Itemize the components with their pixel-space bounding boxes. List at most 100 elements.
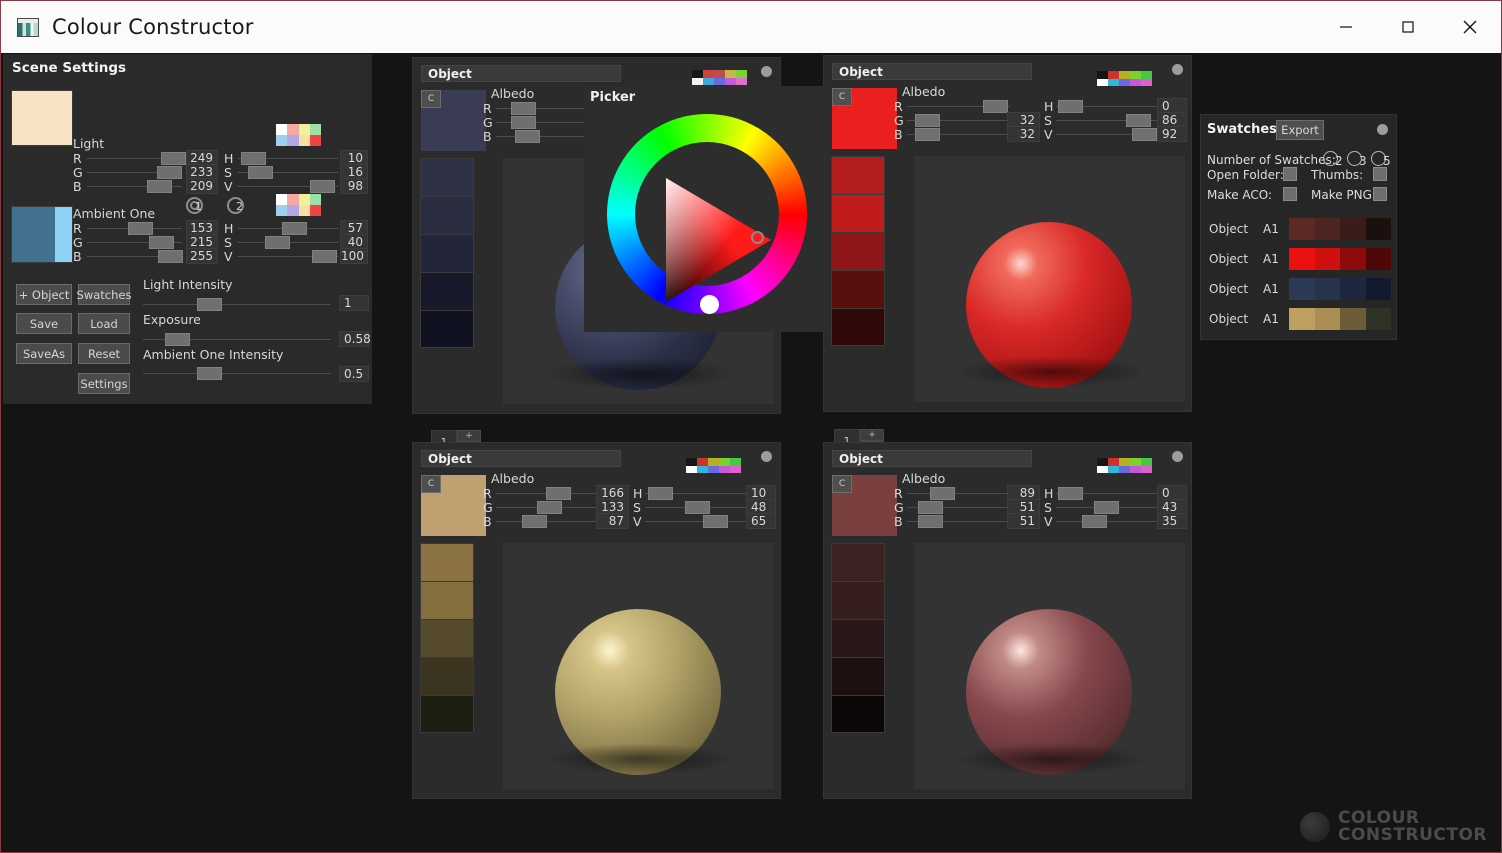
- object-2-b-slider[interactable]: [907, 127, 1010, 141]
- object-2-b-label: B: [894, 127, 903, 142]
- object-2-b-value[interactable]: 32: [1007, 126, 1040, 142]
- close-icon[interactable]: [1439, 1, 1501, 53]
- object-2-s-slider[interactable]: [1056, 113, 1166, 127]
- object-2-swatch-column[interactable]: [831, 156, 885, 346]
- settings-button[interactable]: Settings: [78, 373, 130, 394]
- swatches-button[interactable]: Swatches: [77, 284, 131, 305]
- swatch-row-4-colours[interactable]: [1289, 308, 1391, 330]
- object-panel-2: Object C Albedo R 234 G B 32 32 H 0 S: [823, 55, 1192, 453]
- saveas-button[interactable]: SaveAs: [16, 343, 72, 364]
- object-2-v-slider[interactable]: [1056, 127, 1166, 141]
- object-4-g-slider[interactable]: [907, 500, 1010, 514]
- object-2-palette-grid[interactable]: [1097, 71, 1152, 86]
- object-4-c-button[interactable]: C: [832, 475, 852, 493]
- ambient-b-value[interactable]: 255: [186, 248, 218, 264]
- swatch-row-3-colours[interactable]: [1289, 278, 1391, 300]
- make-aco-checkbox[interactable]: [1283, 187, 1297, 201]
- object-4-swatch-column[interactable]: [831, 543, 885, 733]
- light-b-slider[interactable]: [87, 179, 182, 193]
- object-3-viewport[interactable]: [503, 543, 774, 789]
- ambient-v-value[interactable]: 100: [340, 248, 368, 264]
- exposure-value[interactable]: 0.58: [339, 331, 371, 347]
- object-4-s-slider[interactable]: [1056, 500, 1166, 514]
- ambient-b-slider[interactable]: [87, 249, 183, 263]
- save-button[interactable]: Save: [16, 313, 72, 334]
- object-4-menu-dot[interactable]: [1172, 451, 1183, 462]
- object-3-swatch-column[interactable]: [420, 543, 474, 733]
- light-b-value[interactable]: 209: [186, 178, 218, 194]
- minimize-icon[interactable]: [1315, 1, 1377, 53]
- light-r-slider[interactable]: [87, 151, 186, 165]
- hue-cursor[interactable]: [700, 295, 719, 314]
- ambient-s-slider[interactable]: [238, 235, 338, 249]
- make-png-checkbox[interactable]: [1373, 187, 1387, 201]
- thumbs-checkbox[interactable]: [1373, 167, 1387, 181]
- swatch-row-2-colours[interactable]: [1289, 248, 1391, 270]
- ambient-intensity-slider[interactable]: [143, 366, 331, 380]
- object-2-stepper-plus[interactable]: +: [860, 429, 884, 441]
- object-3-v-slider[interactable]: [645, 514, 755, 528]
- object-4-r-slider[interactable]: [907, 486, 1010, 500]
- object-1-menu-dot[interactable]: [761, 66, 772, 77]
- add-object-button[interactable]: + Object: [16, 284, 72, 305]
- object-4-v-value[interactable]: 35: [1157, 513, 1187, 529]
- light-palette-grid[interactable]: [276, 124, 321, 146]
- light-h-slider[interactable]: [238, 151, 338, 165]
- open-folder-checkbox[interactable]: [1283, 167, 1297, 181]
- light-intensity-value[interactable]: 1: [339, 295, 369, 311]
- object-1-titlebar[interactable]: Object: [421, 65, 621, 82]
- object-3-h-slider[interactable]: [645, 486, 755, 500]
- object-2-c-button[interactable]: C: [832, 88, 852, 106]
- object-3-g-slider[interactable]: [496, 500, 599, 514]
- light-v-slider[interactable]: [238, 179, 338, 193]
- object-3-titlebar[interactable]: Object: [421, 450, 621, 467]
- object-4-b-slider[interactable]: [907, 514, 1010, 528]
- object-3-b-value[interactable]: 87: [596, 513, 629, 529]
- object-2-g-slider[interactable]: [907, 113, 1010, 127]
- light-intensity-slider[interactable]: [143, 297, 331, 311]
- maximize-icon[interactable]: [1377, 1, 1439, 53]
- ambient-intensity-value[interactable]: 0.5: [339, 366, 369, 382]
- object-3-menu-dot[interactable]: [761, 451, 772, 462]
- exposure-slider[interactable]: [143, 332, 331, 346]
- load-button[interactable]: Load: [78, 313, 130, 334]
- object-3-palette-grid[interactable]: [686, 458, 741, 473]
- object-1-stepper-plus[interactable]: +: [457, 430, 481, 442]
- object-2-viewport[interactable]: [914, 156, 1185, 402]
- swatches-menu-dot[interactable]: [1377, 124, 1388, 135]
- object-4-h-slider[interactable]: [1056, 486, 1166, 500]
- object-2-titlebar[interactable]: Object: [832, 63, 1032, 80]
- object-4-palette-grid[interactable]: [1097, 458, 1152, 473]
- object-4-titlebar[interactable]: Object: [832, 450, 1032, 467]
- object-4-s-label: S: [1044, 500, 1052, 515]
- export-button[interactable]: Export: [1276, 120, 1324, 140]
- sv-cursor[interactable]: [751, 231, 764, 244]
- ambient-v-slider[interactable]: [238, 249, 338, 263]
- object-3-r-slider[interactable]: [496, 486, 599, 500]
- swatch-row-1-colours[interactable]: [1289, 218, 1391, 240]
- light-colour-swatch[interactable]: [11, 90, 73, 146]
- object-4-b-value[interactable]: 51: [1007, 513, 1040, 529]
- object-2-menu-dot[interactable]: [1172, 64, 1183, 75]
- object-3-c-button[interactable]: C: [421, 475, 441, 493]
- ambient-g-slider[interactable]: [87, 235, 182, 249]
- ambient-h-slider[interactable]: [238, 221, 338, 235]
- light-v-value[interactable]: 98: [340, 178, 368, 194]
- object-2-r-slider[interactable]: [907, 99, 1010, 113]
- ambient-colour-swatch[interactable]: [11, 206, 73, 263]
- object-2-h-slider[interactable]: [1056, 99, 1166, 113]
- reset-button[interactable]: Reset: [78, 343, 130, 364]
- object-3-s-slider[interactable]: [645, 500, 755, 514]
- ambient-palette-grid[interactable]: [276, 194, 321, 216]
- object-1-swatch-column[interactable]: [420, 158, 474, 348]
- light-s-slider[interactable]: [238, 165, 338, 179]
- ambient-r-slider[interactable]: [87, 221, 182, 235]
- object-1-palette-grid[interactable]: [692, 70, 747, 85]
- light-g-slider[interactable]: [87, 165, 182, 179]
- object-4-v-slider[interactable]: [1056, 514, 1166, 528]
- object-1-c-button[interactable]: C: [421, 90, 441, 108]
- object-3-v-value[interactable]: 65: [746, 513, 776, 529]
- object-4-viewport[interactable]: [914, 543, 1185, 789]
- object-2-v-value[interactable]: 92: [1157, 126, 1187, 142]
- object-3-b-slider[interactable]: [496, 514, 599, 528]
